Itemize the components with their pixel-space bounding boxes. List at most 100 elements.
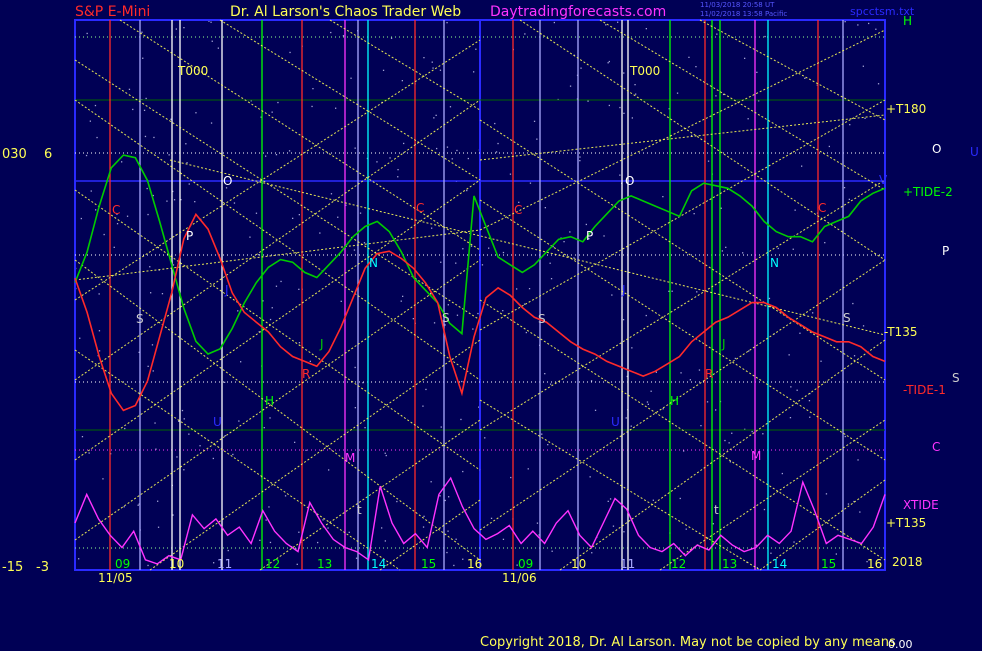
star-dot (435, 114, 437, 116)
star-dot (847, 503, 850, 505)
star-dot (647, 403, 649, 405)
star-dot (422, 526, 425, 528)
marker-letter-day1: J (224, 283, 229, 297)
star-dot (868, 22, 870, 25)
star-dot (607, 62, 609, 64)
star-dot (85, 154, 88, 157)
star-dot (796, 389, 798, 391)
star-dot (679, 497, 681, 500)
star-dot (630, 425, 632, 427)
star-dot (288, 150, 291, 152)
star-dot (397, 176, 399, 178)
star-dot (563, 241, 565, 243)
star-dot (389, 157, 391, 159)
star-dot (619, 106, 621, 109)
star-dot (137, 504, 139, 506)
star-dot (764, 35, 766, 38)
star-dot (619, 174, 621, 176)
star-dot (147, 365, 149, 367)
right-label: C (932, 440, 940, 454)
star-dot (178, 420, 180, 422)
star-dot (788, 354, 790, 356)
star-dot (589, 476, 591, 478)
date-day1: 11/05 (98, 571, 133, 585)
star-dot (862, 325, 865, 327)
star-dot (144, 135, 147, 138)
star-dot (126, 215, 129, 217)
star-dot (591, 552, 593, 554)
hour-tick-label: 14 (371, 557, 386, 571)
marker-letter-day2: P (586, 229, 593, 243)
hour-tick-label: 15 (821, 557, 836, 571)
star-dot (467, 157, 469, 160)
cycle-diagonal-line (479, 29, 886, 231)
marker-letter-day2: N (770, 256, 779, 270)
right-label: 2018 (892, 555, 923, 569)
star-dot (403, 142, 405, 145)
star-dot (98, 350, 101, 352)
right-label: -TIDE-1 (903, 383, 946, 397)
star-dot (431, 227, 433, 229)
star-dot (655, 371, 657, 373)
star-dot (328, 469, 330, 471)
star-dot (716, 33, 718, 35)
star-dot (224, 435, 226, 437)
star-dot (271, 307, 273, 309)
cycle-diagonal-line (119, 19, 481, 251)
star-dot (490, 517, 493, 519)
star-dot (680, 372, 682, 374)
star-dot (439, 69, 442, 71)
star-dot (183, 418, 185, 420)
star-dot (877, 83, 880, 85)
star-dot (551, 550, 553, 552)
star-dot (820, 360, 822, 362)
star-dot (183, 469, 185, 471)
star-dot (384, 540, 386, 542)
cycle-diagonal-line (74, 259, 481, 541)
star-dot (255, 212, 258, 214)
cycle-diagonal-line (479, 199, 886, 461)
star-dot (132, 108, 134, 111)
star-dot (731, 432, 733, 434)
star-dot (436, 147, 438, 150)
right-label: P (942, 244, 949, 258)
star-dot (390, 37, 393, 39)
star-dot (381, 527, 383, 529)
right-label: V (879, 173, 888, 187)
star-dot (721, 250, 723, 252)
star-dot (617, 21, 619, 23)
star-dot (298, 288, 300, 290)
star-dot (502, 538, 505, 540)
marker-letter-day2: H (670, 394, 679, 408)
star-dot (422, 405, 424, 407)
hour-tick-label: 12 (671, 557, 686, 571)
star-dot (145, 97, 147, 100)
cycle-diagonal-line (479, 99, 886, 331)
star-dot (484, 437, 486, 439)
star-dot (473, 71, 475, 73)
star-dot (594, 409, 597, 411)
star-dot (238, 420, 240, 422)
star-dot (808, 400, 811, 402)
star-dot (149, 266, 151, 268)
right-label: S (952, 371, 960, 385)
marker-t000-day2: T000 (629, 64, 660, 78)
left-label-030: 030 (2, 147, 27, 162)
star-dot (533, 120, 536, 122)
hour-tick-label: 13 (722, 557, 737, 571)
star-dot (693, 213, 695, 215)
star-dot (579, 160, 581, 162)
star-dot (472, 328, 474, 330)
marker-letter-day1: M (345, 451, 355, 465)
star-dot (157, 500, 159, 502)
star-dot (269, 318, 272, 321)
star-dot (605, 24, 607, 26)
cycle-diagonal-line (479, 259, 886, 531)
marker-letter-day1: C (112, 203, 120, 217)
star-dot (707, 160, 710, 162)
marker-letter-day1: P (186, 229, 193, 243)
star-dot (862, 65, 864, 67)
star-dot (183, 27, 185, 29)
star-dot (631, 347, 633, 349)
star-dot (181, 409, 184, 412)
